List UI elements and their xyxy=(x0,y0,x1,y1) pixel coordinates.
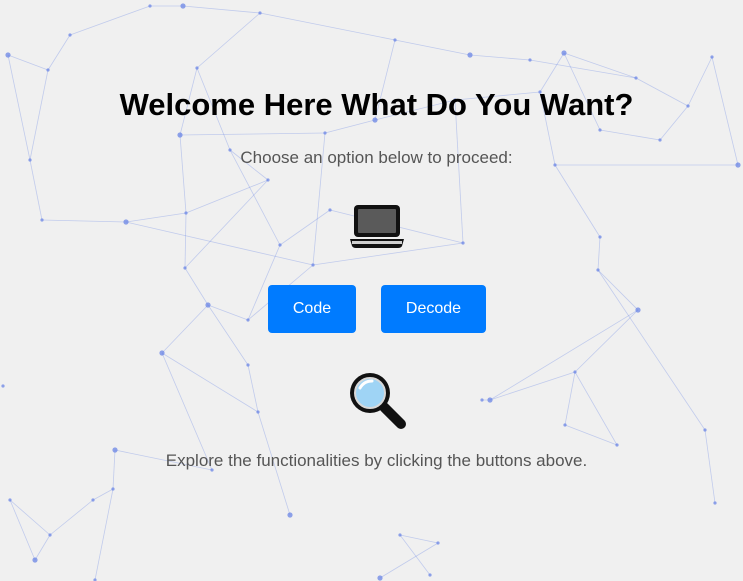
code-button[interactable]: Code xyxy=(268,285,356,333)
decode-button[interactable]: Decode xyxy=(381,285,486,333)
page: Welcome Here What Do You Want? Choose an… xyxy=(0,0,743,581)
footer-text: Explore the functionalities by clicking … xyxy=(165,451,588,470)
page-subtitle: Choose an option below to proceed: xyxy=(240,148,513,167)
main-content: Welcome Here What Do You Want? Choose an… xyxy=(0,0,743,581)
laptop-icon xyxy=(350,205,404,248)
page-title: Welcome Here What Do You Want? xyxy=(119,87,634,122)
magnifying-glass-icon xyxy=(350,373,406,429)
